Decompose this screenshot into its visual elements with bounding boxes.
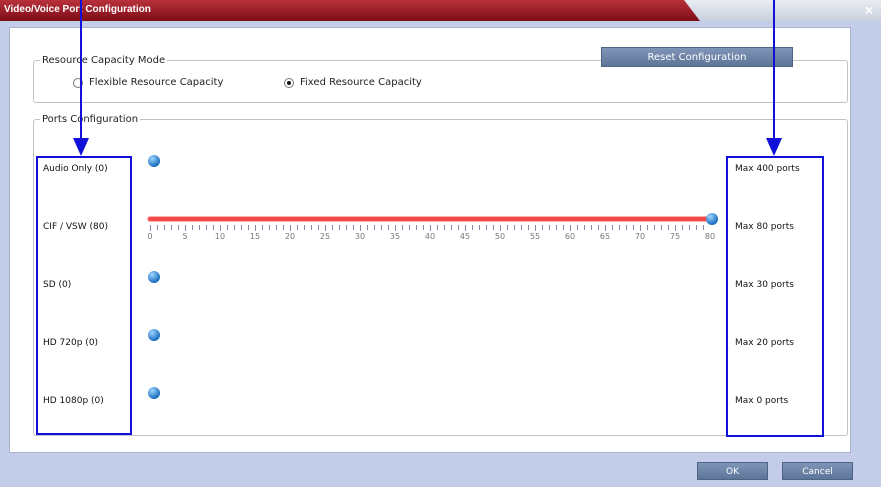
slider-scale-label: 20 [284,232,296,241]
slider-handle-hd1080p[interactable] [148,387,160,399]
row-label-cif-vsw: CIF / VSW (80) [43,222,108,232]
annotation-arrow-left-icon [73,0,89,156]
reset-configuration-button[interactable]: Reset Configuration [601,47,793,67]
slider-scale-label: 45 [459,232,471,241]
max-ports-audio-only: Max 400 ports [735,164,800,174]
slider-scale-label: 65 [599,232,611,241]
slider-scale-label: 60 [564,232,576,241]
slider-track-cif-vsw[interactable] [148,217,712,221]
slider-scale-label: 40 [424,232,436,241]
row-label-audio-only: Audio Only (0) [43,164,108,174]
slider-scale-label: 35 [389,232,401,241]
title-bar: Video/Voice Port Configuration × [0,0,881,21]
row-label-sd: SD (0) [43,280,72,290]
slider-scale-label: 50 [494,232,506,241]
slider-scale-label: 25 [319,232,331,241]
cancel-button[interactable]: Cancel [782,462,853,480]
radio-fixed-capacity[interactable]: Fixed Resource Capacity [284,77,422,88]
slider-scale-label: 70 [634,232,646,241]
slider-scale-label: 30 [354,232,366,241]
max-ports-hd720p: Max 20 ports [735,338,794,348]
slider-scale-label: 80 [704,232,716,241]
radio-checked-icon [284,77,294,88]
slider-scale-label: 15 [249,232,261,241]
slider-scale-label: 10 [214,232,226,241]
slider-handle-audio-only[interactable] [148,155,160,167]
row-label-hd720p: HD 720p (0) [43,338,99,348]
annotation-arrow-right-icon [766,0,782,156]
radio-flexible-label: Flexible Resource Capacity [89,77,224,88]
slider-scale-label: 5 [182,232,188,241]
max-ports-hd1080p: Max 0 ports [735,396,789,406]
slider-handle-cif-vsw[interactable] [706,213,718,225]
slider-handle-sd[interactable] [148,271,160,283]
slider-handle-hd720p[interactable] [148,329,160,341]
slider-scale-label: 75 [669,232,681,241]
ok-button[interactable]: OK [697,462,768,480]
slider-scale-label: 55 [529,232,541,241]
slider-ticks [150,225,704,231]
row-label-hd1080p: HD 1080p (0) [43,396,104,406]
ports-configuration-legend: Ports Configuration [42,114,139,125]
radio-flexible-capacity[interactable]: Flexible Resource Capacity [73,77,223,88]
max-ports-sd: Max 30 ports [735,280,794,290]
close-icon[interactable]: × [861,3,877,18]
slider-scale-label: 0 [147,232,153,241]
capacity-mode-legend: Resource Capacity Mode [42,55,166,66]
max-ports-cif-vsw: Max 80 ports [735,222,794,232]
radio-fixed-label: Fixed Resource Capacity [300,77,422,88]
